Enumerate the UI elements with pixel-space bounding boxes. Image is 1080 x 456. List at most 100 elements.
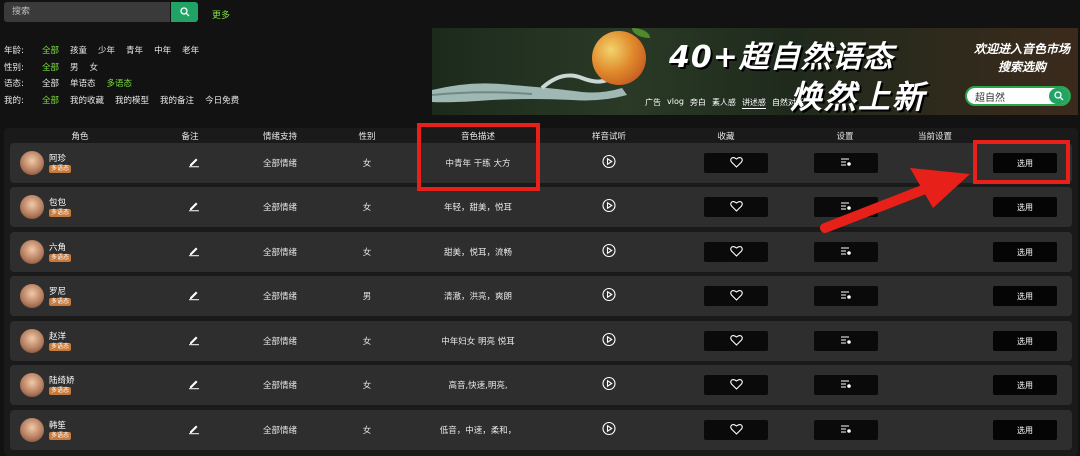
banner-title: 40+超自然语态: [669, 40, 894, 75]
header-favorite: 收藏: [717, 132, 735, 142]
banner-search[interactable]: 超自然: [965, 86, 1071, 106]
select-button[interactable]: 选用: [993, 197, 1057, 217]
banner-search-button[interactable]: [1049, 88, 1069, 104]
edit-note-button[interactable]: [188, 289, 200, 304]
favorite-button[interactable]: [704, 420, 768, 440]
search-button[interactable]: [171, 2, 198, 22]
filter-option[interactable]: 全部: [42, 94, 59, 106]
filter-option[interactable]: 全部: [42, 61, 59, 73]
filter-option[interactable]: 老年: [182, 44, 199, 56]
banner-tag[interactable]: 讲述感: [741, 97, 766, 109]
edit-note-button[interactable]: [188, 156, 200, 171]
filter-option[interactable]: 少年: [98, 44, 115, 56]
select-button[interactable]: 选用: [993, 420, 1057, 440]
emotion-cell: 全部情绪: [262, 248, 298, 258]
filter-option[interactable]: 中年: [154, 44, 171, 56]
multi-voice-badge: 多语态: [49, 209, 72, 217]
multi-voice-badge: 多语态: [49, 387, 72, 395]
filter-option[interactable]: 孩童: [70, 44, 87, 56]
settings-button[interactable]: [814, 420, 878, 440]
play-sample-button[interactable]: [602, 287, 616, 305]
filter-label: 年龄:: [4, 45, 24, 56]
banner-tag[interactable]: vlog: [667, 97, 684, 109]
settings-icon: [840, 246, 852, 259]
pencil-icon: [188, 202, 200, 215]
gender-cell: 女: [362, 159, 372, 169]
search-input[interactable]: [4, 2, 162, 22]
edit-note-button[interactable]: [188, 423, 200, 438]
filter-option[interactable]: 我的收藏: [70, 94, 104, 106]
select-button[interactable]: 选用: [993, 286, 1057, 306]
pencil-icon: [188, 158, 200, 171]
banner-tag[interactable]: 自然对话: [772, 97, 804, 109]
filter-option[interactable]: 我的模型: [115, 94, 149, 106]
gender-cell: 女: [362, 203, 372, 213]
play-icon: [602, 287, 616, 305]
banner-tag[interactable]: 广告: [645, 97, 661, 109]
settings-button[interactable]: [814, 375, 878, 395]
edit-note-button[interactable]: [188, 378, 200, 393]
avatar: [20, 284, 44, 308]
filter-option[interactable]: 全部: [42, 77, 59, 89]
pencil-icon: [188, 380, 200, 393]
header-emotion: 情绪支持: [262, 132, 298, 142]
play-sample-button[interactable]: [602, 198, 616, 216]
settings-button[interactable]: [814, 331, 878, 351]
favorite-button[interactable]: [704, 197, 768, 217]
emotion-cell: 全部情绪: [262, 159, 298, 169]
filter-option[interactable]: 单语态: [70, 77, 96, 89]
play-sample-button[interactable]: [602, 154, 616, 172]
settings-icon: [840, 424, 852, 437]
settings-icon: [840, 379, 852, 392]
search-box: [4, 2, 170, 22]
select-button[interactable]: 选用: [993, 242, 1057, 262]
play-icon: [602, 332, 616, 350]
table-header: 角色 备注 情绪支持 性别 音色描述 样音试听 收藏 设置 当前设置: [4, 128, 1078, 142]
multi-voice-badge: 多语态: [49, 343, 72, 351]
settings-icon: [840, 335, 852, 348]
play-sample-button[interactable]: [602, 376, 616, 394]
table-row: 韩笙 多语态 全部情绪 女 低音，中速，柔和， 选用: [10, 410, 1072, 450]
select-button[interactable]: 选用: [993, 331, 1057, 351]
filter-option[interactable]: 青年: [126, 44, 143, 56]
voice-desc-cell: 年轻，甜美，悦耳: [443, 203, 513, 213]
play-icon: [602, 376, 616, 394]
voice-desc-cell: 中年妇女 明亮 悦耳: [441, 337, 515, 347]
edit-note-button[interactable]: [188, 334, 200, 349]
filter-option[interactable]: 今日免费: [205, 94, 239, 106]
play-icon: [602, 421, 616, 439]
apple-image: [592, 31, 646, 85]
multi-voice-badge: 多语态: [49, 165, 72, 173]
filter-option[interactable]: 多语态: [107, 77, 133, 89]
play-sample-button[interactable]: [602, 243, 616, 261]
multi-voice-badge: 多语态: [49, 298, 72, 306]
multi-voice-badge: 多语态: [49, 254, 72, 262]
play-sample-button[interactable]: [602, 332, 616, 350]
edit-note-button[interactable]: [188, 245, 200, 260]
favorite-button[interactable]: [704, 375, 768, 395]
filter-option[interactable]: 男: [70, 61, 79, 73]
red-arrow-annotation: [820, 168, 970, 233]
promo-banner[interactable]: 40+超自然语态 焕然上新 广告 vlog 旁白 素人感 讲述感 自然对话 欢迎进入音色市…: [432, 28, 1078, 115]
emotion-cell: 全部情绪: [262, 337, 298, 347]
heart-icon: [729, 200, 743, 215]
filter-option[interactable]: 我的备注: [160, 94, 194, 106]
edit-note-button[interactable]: [188, 200, 200, 215]
filter-option[interactable]: 女: [90, 61, 99, 73]
banner-tag[interactable]: 素人感: [712, 97, 736, 109]
more-link[interactable]: 更多: [212, 8, 230, 21]
favorite-button[interactable]: [704, 286, 768, 306]
emotion-cell: 全部情绪: [262, 203, 298, 213]
settings-button[interactable]: [814, 286, 878, 306]
settings-icon: [840, 290, 852, 303]
avatar: [20, 373, 44, 397]
banner-tag[interactable]: 旁白: [690, 97, 706, 109]
favorite-button[interactable]: [704, 331, 768, 351]
emotion-cell: 全部情绪: [262, 292, 298, 302]
play-sample-button[interactable]: [602, 421, 616, 439]
select-button[interactable]: 选用: [993, 375, 1057, 395]
filter-option[interactable]: 全部: [42, 44, 59, 56]
favorite-button[interactable]: [704, 153, 768, 173]
favorite-button[interactable]: [704, 242, 768, 262]
settings-button[interactable]: [814, 242, 878, 262]
